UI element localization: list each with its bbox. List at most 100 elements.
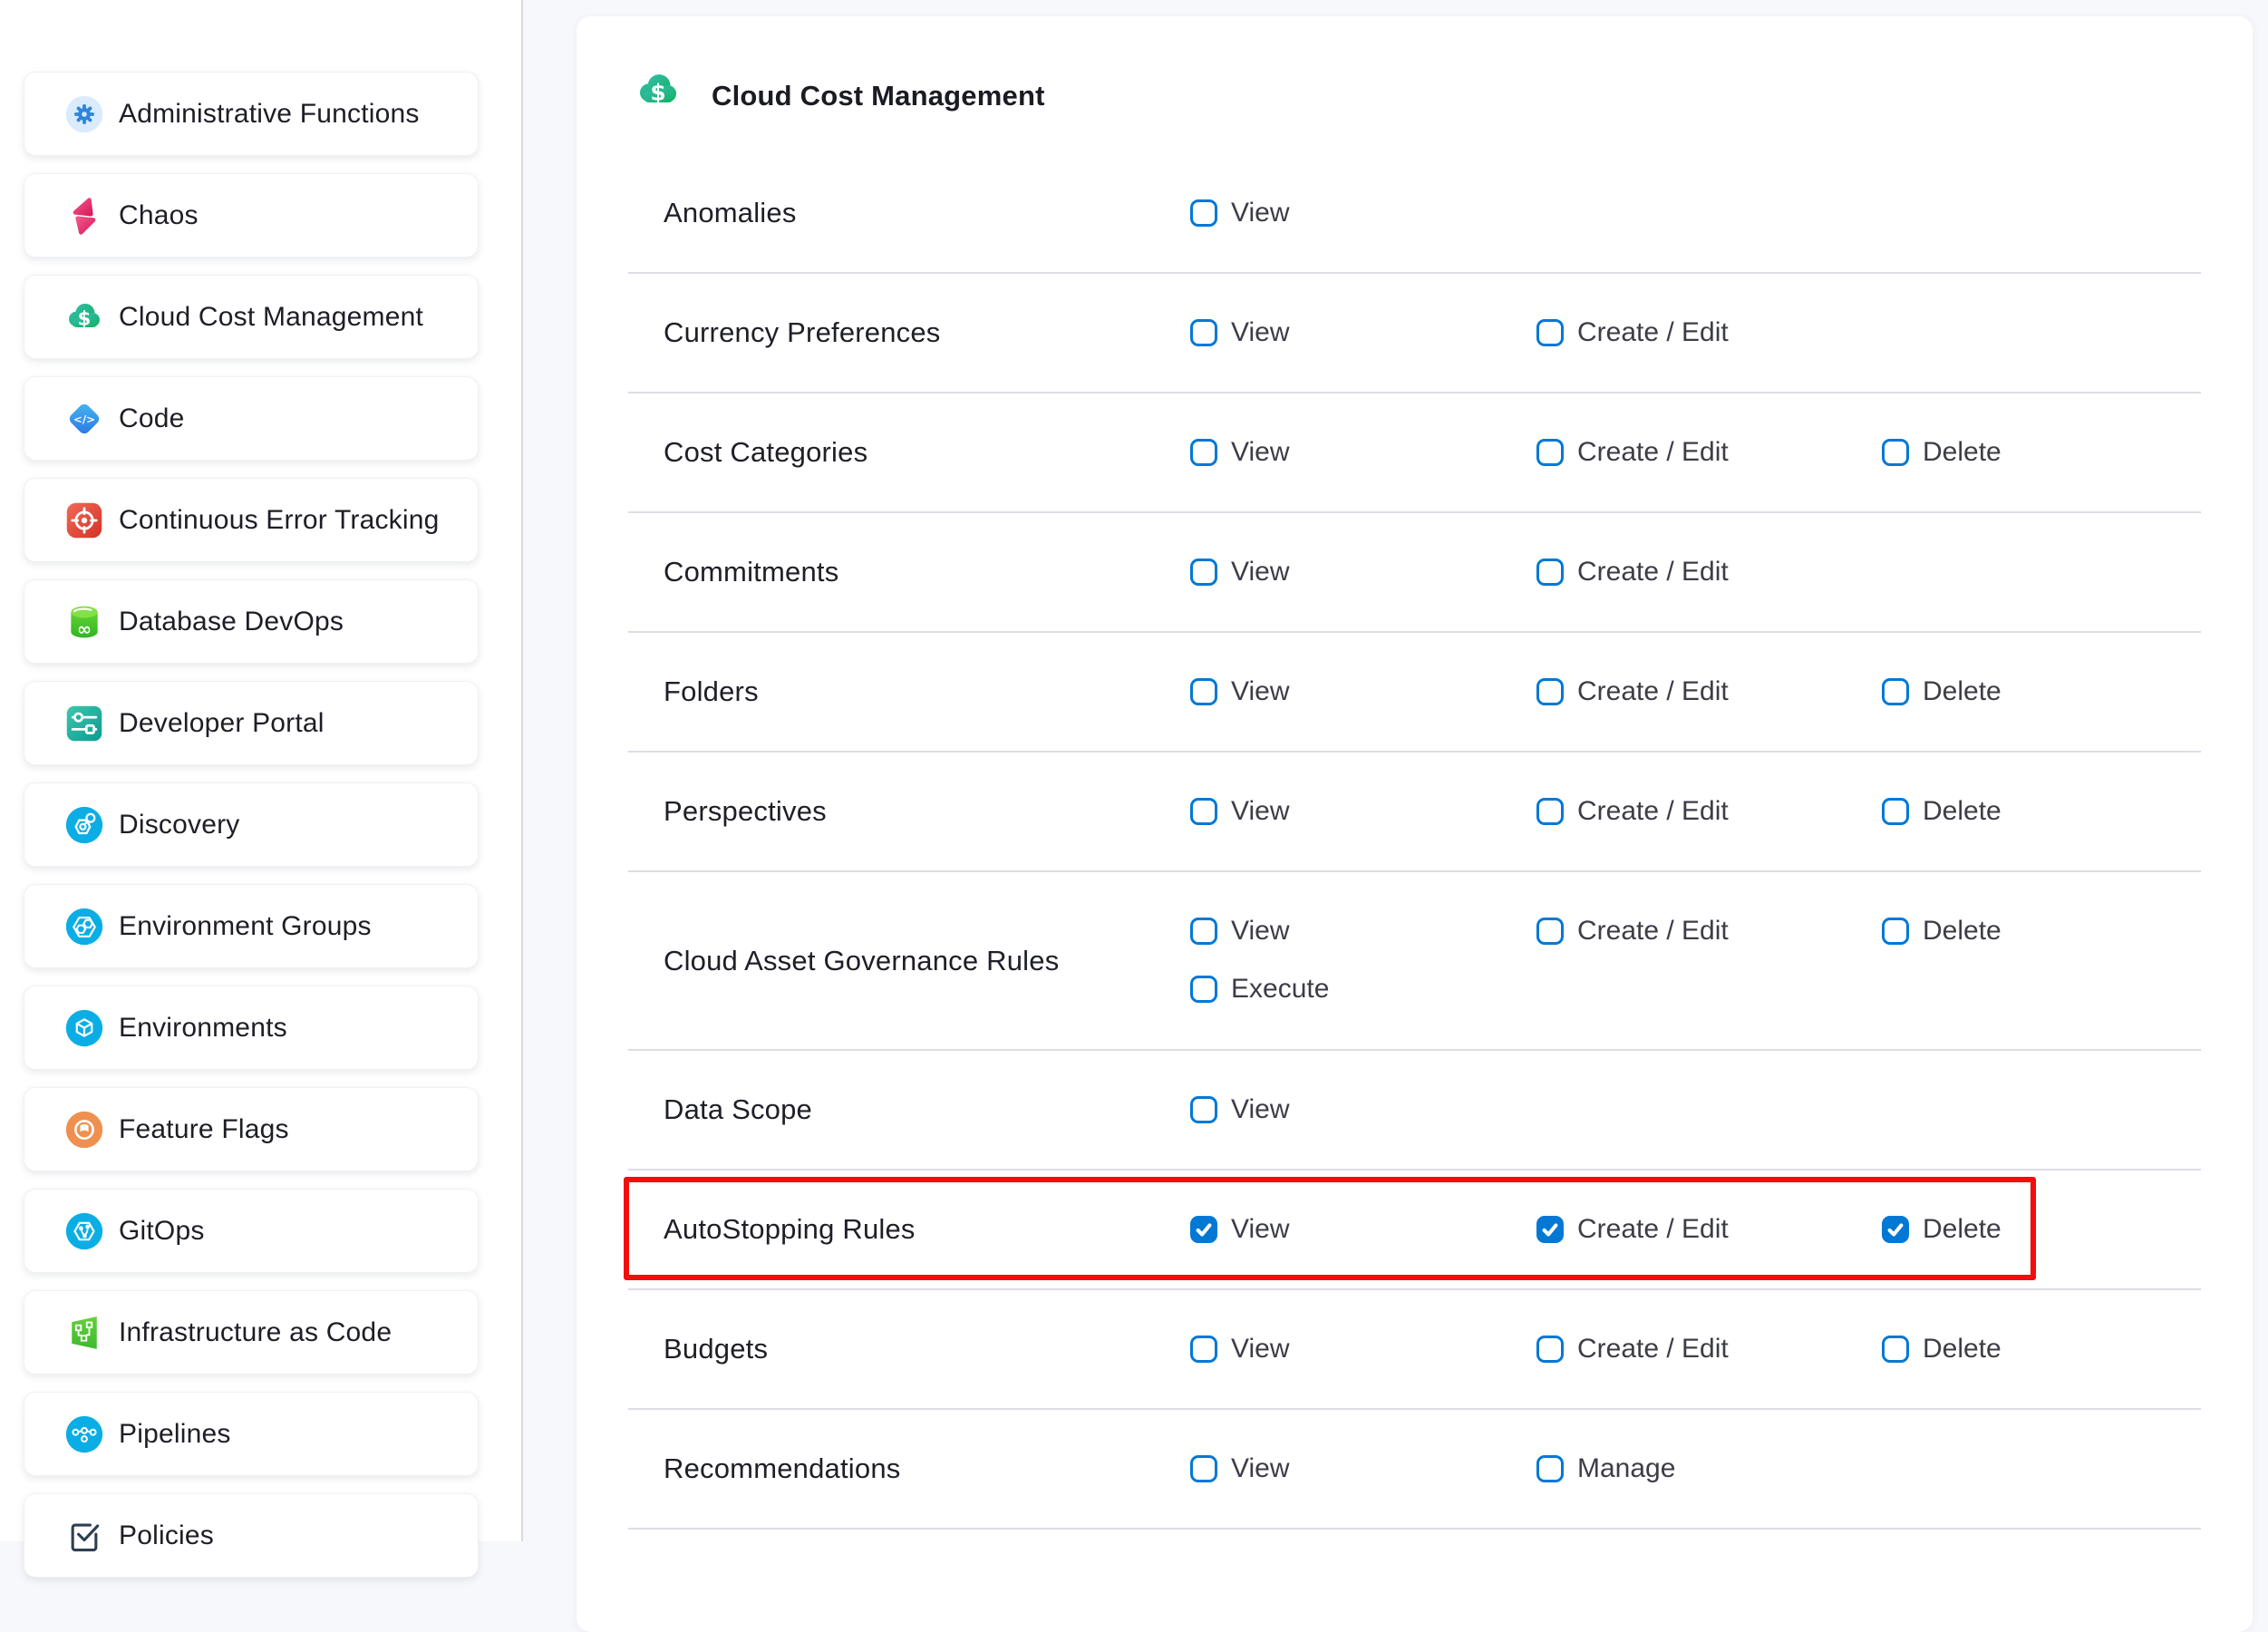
permission-row-label: Perspectives [664,795,827,828]
sidebar-item-label: Code [119,403,185,434]
sidebar: Administrative Functions Chaos $Cloud Co… [0,0,521,1541]
checkbox-label: Manage [1577,1453,1675,1484]
checkbox-label: View [1231,1094,1289,1125]
checkbox-create-edit[interactable] [1536,798,1564,825]
svg-text:∞: ∞ [77,618,92,639]
permission-manage: Manage [1536,1453,1675,1484]
sidebar-item-feature-flags[interactable]: Feature Flags [24,1087,479,1171]
checklist-icon [64,1516,104,1556]
permission-row-perspectives: Perspectives View Create / Edit Delete [628,753,2201,872]
sidebar-item-code[interactable]: </> Code [24,376,479,461]
permission-delete: Delete [1882,796,2001,827]
sidebar-item-pipelines[interactable]: Pipelines [24,1392,479,1476]
checkbox-label: Create / Edit [1577,676,1729,707]
permission-row-commitments: CommitmentsViewCreate / Edit [628,513,2201,633]
svg-text:</>: </> [73,413,95,425]
sidebar-item-environments[interactable]: Environments [24,986,479,1070]
checkbox-label: Create / Edit [1577,796,1729,827]
target-icon [64,500,104,540]
checkbox-manage[interactable] [1536,1455,1564,1482]
permission-row-label: Currency Preferences [664,316,941,349]
permission-delete: Delete [1882,1214,2001,1245]
checkbox-view[interactable] [1190,678,1217,705]
cloud-cost-management-icon: $ [635,67,682,114]
checkbox-create-edit[interactable] [1536,1216,1564,1243]
sidebar-item-administrative-functions[interactable]: Administrative Functions [24,72,479,156]
checkbox-label: Create / Edit [1577,557,1729,588]
sidebar-item-database-devops[interactable]: ∞Database DevOps [24,579,479,664]
checkbox-delete[interactable] [1882,1216,1909,1243]
checkbox-view[interactable] [1190,1455,1217,1482]
checkbox-view[interactable] [1190,199,1217,227]
sidebar-item-environment-groups[interactable]: Environment Groups [24,884,479,968]
checkbox-label: View [1231,796,1289,827]
checkbox-create-edit[interactable] [1536,439,1564,466]
sidebar-item-policies[interactable]: Policies [24,1493,479,1578]
sidebar-item-label: GitOps [119,1216,205,1247]
sidebar-item-developer-portal[interactable]: Developer Portal [24,681,479,765]
checkbox-label: View [1231,1214,1289,1245]
checkbox-label: View [1231,317,1289,348]
checkbox-create-edit[interactable] [1536,918,1564,945]
svg-text:$: $ [78,306,92,329]
checkbox-view[interactable] [1190,319,1217,346]
checkbox-label: Create / Edit [1577,317,1729,348]
permission-create-edit: Create / Edit [1536,916,1729,947]
checkbox-label: Delete [1923,1334,2001,1365]
permission-row-label: Cloud Asset Governance Rules [664,945,1059,977]
permission-rows: AnomaliesViewCurrency PreferencesViewCre… [628,154,2201,1530]
checkbox-view[interactable] [1190,1216,1217,1243]
permission-delete: Delete [1882,676,2001,707]
checkbox-label: Delete [1923,1214,2001,1245]
sidebar-item-discovery[interactable]: Discovery [24,782,479,867]
checkbox-label: View [1231,676,1289,707]
git-hexagon-icon [64,1211,104,1251]
permission-view: View [1190,437,1289,468]
checkbox-view[interactable] [1190,1336,1217,1363]
checkbox-view[interactable] [1190,798,1217,825]
checkbox-view[interactable] [1190,439,1217,466]
permission-execute: Execute [1190,974,1329,1005]
checkbox-create-edit[interactable] [1536,678,1564,705]
checkbox-view[interactable] [1190,559,1217,586]
sidebar-item-chaos[interactable]: Chaos [24,173,479,257]
permission-row-folders: FoldersViewCreate / EditDelete [628,633,2201,753]
permission-row-label: Cost Categories [664,436,867,469]
permission-view: View [1190,557,1289,588]
checkbox-label: Create / Edit [1577,437,1729,468]
sidebar-item-label: Developer Portal [119,708,325,739]
sidebar-item-label: Administrative Functions [119,99,420,130]
ccm-cloud-icon: $ [64,297,104,337]
permission-row-recommendations: RecommendationsViewManage [628,1410,2201,1530]
svg-text:$: $ [650,79,665,105]
checkbox-create-edit[interactable] [1536,559,1564,586]
checkbox-label: Create / Edit [1577,1214,1729,1245]
checkbox-create-edit[interactable] [1536,1336,1564,1363]
code-icon: </> [64,399,104,439]
permission-row-label: Recommendations [664,1452,900,1485]
checkbox-delete[interactable] [1882,798,1909,825]
sidebar-item-gitops[interactable]: GitOps [24,1189,479,1273]
permission-view: View [1190,317,1289,348]
chaos-icon [64,196,104,236]
hexagon-group-icon [64,907,104,947]
panel-divider [521,0,523,1541]
permission-row-label: Budgets [664,1333,768,1365]
permission-create-edit: Create / Edit [1536,1214,1729,1245]
checkbox-execute[interactable] [1190,976,1217,1003]
checkbox-delete[interactable] [1882,1336,1909,1363]
checkbox-create-edit[interactable] [1536,319,1564,346]
checkbox-delete[interactable] [1882,918,1909,945]
permission-row-data-scope: Data ScopeView [628,1051,2201,1171]
sidebar-item-continuous-error-tracking[interactable]: Continuous Error Tracking [24,478,479,562]
checkbox-label: View [1231,916,1289,947]
sidebar-item-infrastructure-as-code[interactable]: Infrastructure as Code [24,1290,479,1375]
checkbox-view[interactable] [1190,918,1217,945]
sidebar-item-label: Feature Flags [119,1114,289,1145]
permission-row-cloud-asset-governance-rules: Cloud Asset Governance Rules View Create /… [628,872,2201,1051]
checkbox-label: Delete [1923,796,2001,827]
checkbox-delete[interactable] [1882,678,1909,705]
checkbox-view[interactable] [1190,1096,1217,1123]
checkbox-delete[interactable] [1882,439,1909,466]
sidebar-item-cloud-cost-management[interactable]: $Cloud Cost Management [24,275,479,359]
